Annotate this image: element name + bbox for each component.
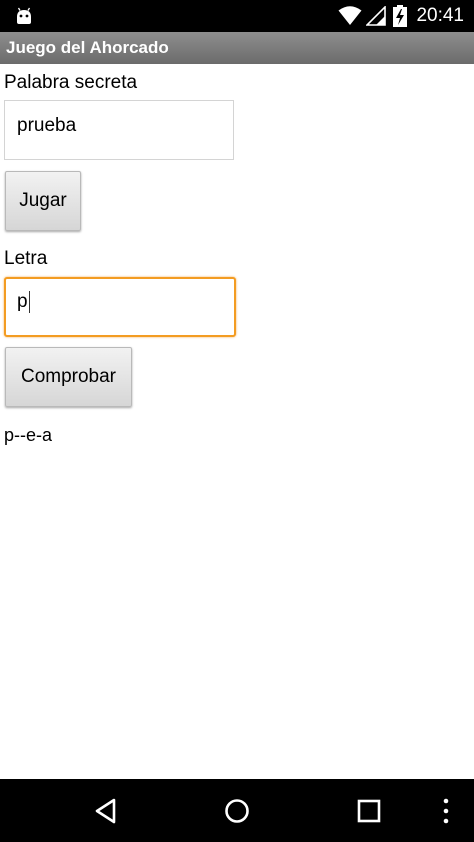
secret-word-label: Palabra secreta [4, 72, 138, 93]
wifi-icon [338, 6, 362, 25]
letter-input-content: p [17, 291, 30, 313]
check-button[interactable]: Comprobar [5, 347, 132, 407]
app-screen: 20:41 Juego del Ahorcado Palabra secreta… [0, 0, 474, 842]
letter-label: Letra [4, 248, 48, 269]
letter-value: p [17, 291, 28, 312]
play-button[interactable]: Jugar [5, 171, 81, 231]
recents-icon[interactable] [355, 797, 383, 825]
signal-icon [366, 6, 386, 26]
android-debug-icon [17, 7, 31, 24]
home-icon[interactable] [223, 797, 251, 825]
overflow-menu-icon[interactable] [438, 797, 454, 825]
navigation-bar [0, 779, 474, 842]
app-title: Juego del Ahorcado [6, 38, 169, 57]
title-bar: Juego del Ahorcado [0, 32, 474, 64]
text-cursor [28, 291, 30, 313]
battery-charging-icon [393, 5, 407, 27]
letter-input[interactable]: p [4, 277, 236, 337]
back-icon[interactable] [92, 797, 120, 825]
secret-word-input[interactable]: prueba [4, 100, 234, 160]
status-clock: 20:41 [416, 5, 464, 26]
status-bar: 20:41 [0, 0, 474, 32]
word-progress-text: p--e-a [4, 425, 53, 445]
secret-word-value: prueba [17, 115, 77, 136]
